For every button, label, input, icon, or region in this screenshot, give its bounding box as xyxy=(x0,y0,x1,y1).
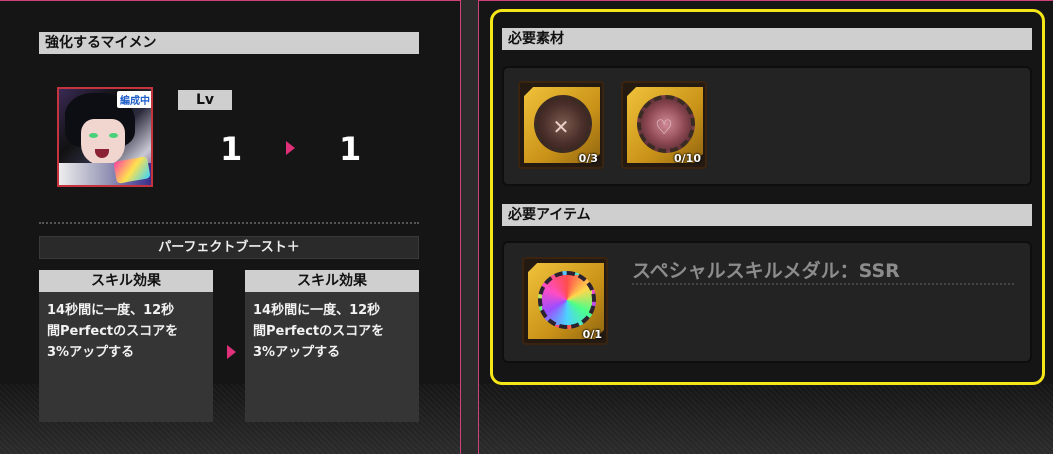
panel-fade xyxy=(479,384,1053,454)
skill-effect-line: 14秒間に一度、12秒 xyxy=(47,303,175,318)
skill-effect-title: スキル効果 xyxy=(39,270,213,292)
level-label: Lv xyxy=(178,90,232,110)
skill-effect-line: 間Perfectのスコアを xyxy=(253,324,385,339)
team-badge: 編成中 xyxy=(117,91,151,108)
skill-effect-line: 14秒間に一度、12秒 xyxy=(253,303,381,318)
skill-effect-line: 3%アップする xyxy=(253,345,341,360)
skill-arrow-icon xyxy=(227,345,236,359)
skill-effect-after: スキル効果 14秒間に一度、12秒 間Perfectのスコアを 3%アップする xyxy=(245,270,419,422)
skill-name: パーフェクトブースト＋ xyxy=(39,236,419,259)
level-current: 1 xyxy=(220,130,243,168)
skill-effect-title: スキル効果 xyxy=(245,270,419,292)
level-next: 1 xyxy=(339,130,362,168)
character-avatar[interactable]: 編成中 xyxy=(57,87,153,187)
divider xyxy=(39,222,419,224)
highlight-frame xyxy=(490,9,1045,385)
level-arrow-icon xyxy=(286,141,295,155)
skill-effect-line: 3%アップする xyxy=(47,345,135,360)
skill-effect-before: スキル効果 14秒間に一度、12秒 間Perfectのスコアを 3%アップする xyxy=(39,270,213,422)
skill-effect-line: 間Perfectのスコアを xyxy=(47,324,179,339)
panel-divider xyxy=(461,0,478,454)
enhance-header: 強化するマイメン xyxy=(39,32,419,54)
